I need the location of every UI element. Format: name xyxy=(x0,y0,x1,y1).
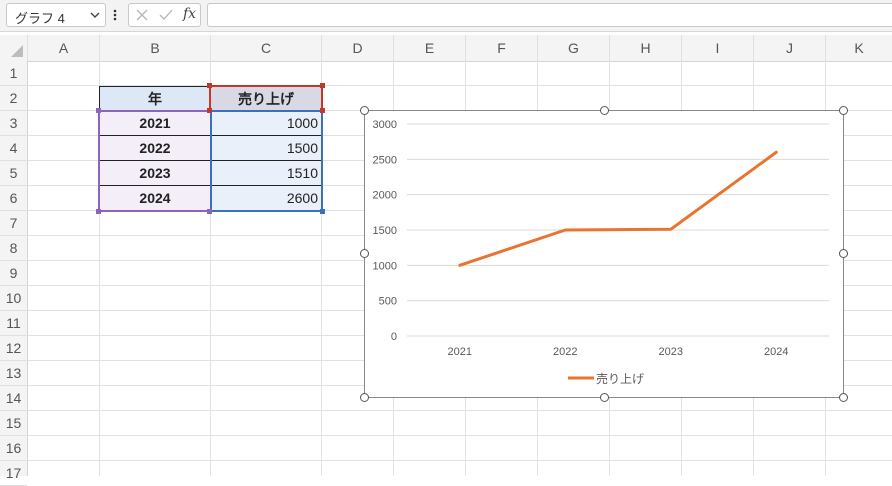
row-header-6[interactable]: 6 xyxy=(0,186,27,211)
select-all-icon[interactable] xyxy=(10,44,24,58)
range-handle[interactable] xyxy=(207,83,212,88)
column-header-a[interactable]: A xyxy=(28,35,100,61)
y-tick-label: 2500 xyxy=(373,154,397,166)
y-tick-label: 0 xyxy=(391,331,397,343)
range-handle[interactable] xyxy=(96,108,101,113)
column-header-c[interactable]: C xyxy=(211,35,322,61)
cancel-icon[interactable] xyxy=(134,7,150,23)
row-header-17[interactable]: 17 xyxy=(0,461,27,486)
header-sales-cell[interactable]: 売り上げ xyxy=(210,86,322,111)
column-header-i[interactable]: I xyxy=(682,35,754,61)
row-header-11[interactable]: 11 xyxy=(0,311,27,336)
row-header-7[interactable]: 7 xyxy=(0,211,27,236)
resize-handle-top-left[interactable] xyxy=(359,105,369,115)
range-handle[interactable] xyxy=(207,209,212,214)
chevron-down-icon[interactable] xyxy=(89,8,101,22)
column-header-d[interactable]: D xyxy=(322,35,394,61)
formula-input[interactable] xyxy=(207,3,892,27)
sales-cell[interactable]: 1500 xyxy=(210,136,322,161)
row-headers: 1 2 3 4 5 6 7 8 9 10 11 12 13 14 15 16 1… xyxy=(0,61,28,486)
confirm-icon[interactable] xyxy=(158,7,174,23)
legend-label: 売り上げ xyxy=(596,371,644,386)
row-header-12[interactable]: 12 xyxy=(0,336,27,361)
line-chart[interactable]: 0 500 1000 1500 2000 2500 3000 2021 2022 2023 2024… xyxy=(364,110,844,398)
more-options-icon[interactable] xyxy=(111,6,119,24)
row-header-2[interactable]: 2 xyxy=(0,86,27,111)
row-header-13[interactable]: 13 xyxy=(0,361,27,386)
name-box[interactable]: グラフ 4 xyxy=(6,3,106,27)
chart-plot: 0 500 1000 1500 2000 2500 3000 2021 2022 2023 2024… xyxy=(373,119,829,386)
range-handle[interactable] xyxy=(320,108,325,113)
year-cell[interactable]: 2021 xyxy=(99,111,211,136)
column-header-g[interactable]: G xyxy=(538,35,610,61)
column-header-b[interactable]: B xyxy=(100,35,211,61)
x-tick-label: 2021 xyxy=(448,346,472,358)
name-box-value: グラフ 4 xyxy=(15,11,65,26)
column-header-k[interactable]: K xyxy=(826,35,892,61)
y-tick-label: 500 xyxy=(379,296,397,308)
row-header-10[interactable]: 10 xyxy=(0,286,27,311)
sales-cell[interactable]: 2600 xyxy=(210,186,322,211)
row-header-4[interactable]: 4 xyxy=(0,136,27,161)
column-header-e[interactable]: E xyxy=(394,35,466,61)
resize-handle-top-right[interactable] xyxy=(838,105,848,115)
formula-bar: グラフ 4 fx xyxy=(0,0,892,32)
sales-cell[interactable]: 1510 xyxy=(210,161,322,186)
range-handle[interactable] xyxy=(207,108,212,113)
year-cell[interactable]: 2024 xyxy=(99,186,211,211)
formula-actions: fx xyxy=(128,3,201,27)
header-year-cell[interactable]: 年 xyxy=(99,86,211,111)
column-header-h[interactable]: H xyxy=(610,35,682,61)
x-tick-label: 2023 xyxy=(659,346,683,358)
resize-handle-bottom-left[interactable] xyxy=(359,392,369,402)
x-tick-label: 2022 xyxy=(553,346,577,358)
column-headers: A B C D E F G H I J K xyxy=(0,35,892,62)
series-line xyxy=(458,150,778,267)
y-tick-label: 2000 xyxy=(373,190,397,202)
resize-handle-left[interactable] xyxy=(359,248,369,258)
y-tick-label: 3000 xyxy=(373,119,397,131)
resize-handle-bottom-right[interactable] xyxy=(838,392,848,402)
row-header-5[interactable]: 5 xyxy=(0,161,27,186)
column-header-f[interactable]: F xyxy=(466,35,538,61)
function-icon[interactable]: fx xyxy=(183,6,196,22)
y-tick-label: 1500 xyxy=(373,225,397,237)
range-handle[interactable] xyxy=(320,83,325,88)
resize-handle-right[interactable] xyxy=(838,248,848,258)
year-cell[interactable]: 2023 xyxy=(99,161,211,186)
x-tick-label: 2024 xyxy=(764,346,788,358)
row-header-15[interactable]: 15 xyxy=(0,411,27,436)
row-header-3[interactable]: 3 xyxy=(0,111,27,136)
resize-handle-top[interactable] xyxy=(599,105,609,115)
row-header-16[interactable]: 16 xyxy=(0,436,27,461)
row-header-1[interactable]: 1 xyxy=(0,61,27,86)
sales-cell[interactable]: 1000 xyxy=(210,111,322,136)
row-header-9[interactable]: 9 xyxy=(0,261,27,286)
range-handle[interactable] xyxy=(320,209,325,214)
range-handle[interactable] xyxy=(96,209,101,214)
y-tick-label: 1000 xyxy=(373,260,397,272)
column-header-j[interactable]: J xyxy=(754,35,826,61)
row-header-14[interactable]: 14 xyxy=(0,386,27,411)
year-cell[interactable]: 2022 xyxy=(99,136,211,161)
row-header-8[interactable]: 8 xyxy=(0,236,27,261)
resize-handle-bottom[interactable] xyxy=(599,392,609,402)
